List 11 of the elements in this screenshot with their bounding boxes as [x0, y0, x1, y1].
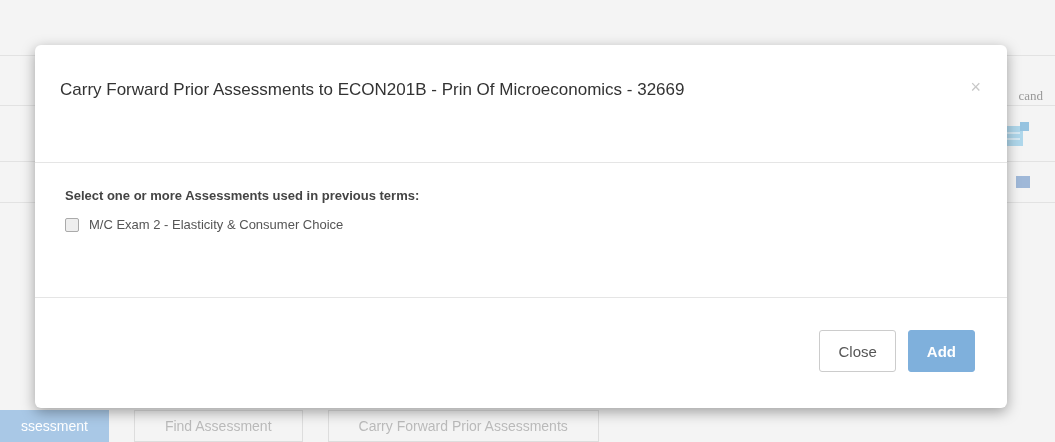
- close-button[interactable]: Close: [819, 330, 896, 372]
- add-button[interactable]: Add: [907, 330, 975, 372]
- modal-title: Carry Forward Prior Assessments to ECON201B - Prin Of Microeconomics - 32669: [60, 79, 686, 101]
- assessment-label[interactable]: M/C Exam 2 - Elasticity & Consumer Choice: [89, 217, 344, 232]
- checkbox[interactable]: [65, 217, 79, 232]
- background-button[interactable]: Find Assessment: [133, 410, 303, 442]
- column-header: cand: [1018, 88, 1043, 104]
- prompt-text: Select one or more Assessments used in previous terms:: [65, 188, 421, 203]
- close-button[interactable]: ×: [970, 77, 981, 98]
- background-button[interactable]: Carry Forward Prior Assessments: [327, 410, 599, 442]
- background-button[interactable]: ssessment: [0, 410, 109, 442]
